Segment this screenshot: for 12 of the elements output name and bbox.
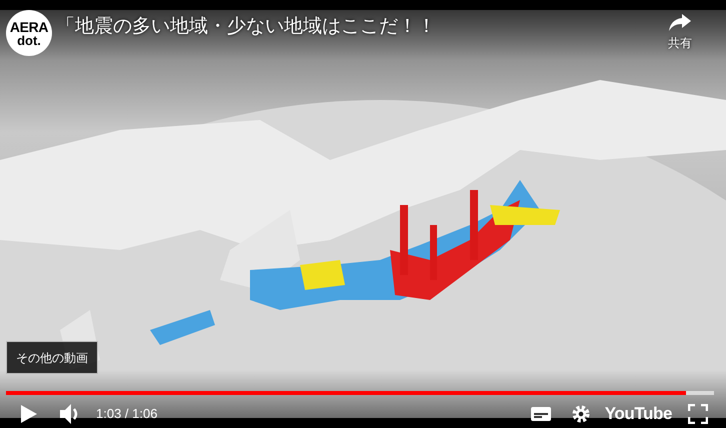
logo-text: AERA: [10, 20, 48, 34]
more-videos-button[interactable]: その他の動画: [6, 341, 98, 374]
subtitles-icon: [530, 407, 551, 421]
share-icon: [669, 14, 691, 32]
share-button[interactable]: 共有: [660, 10, 700, 56]
video-title[interactable]: 「地震の多い地域・少ない地域はここだ！！: [56, 13, 436, 42]
settings-icon: [570, 404, 591, 424]
fullscreen-icon: [688, 404, 708, 424]
play-icon: [21, 405, 37, 423]
time-display: 1:03 / 1:06: [96, 405, 158, 424]
logo-text: dot.: [17, 34, 41, 46]
fullscreen-button[interactable]: [686, 402, 710, 426]
